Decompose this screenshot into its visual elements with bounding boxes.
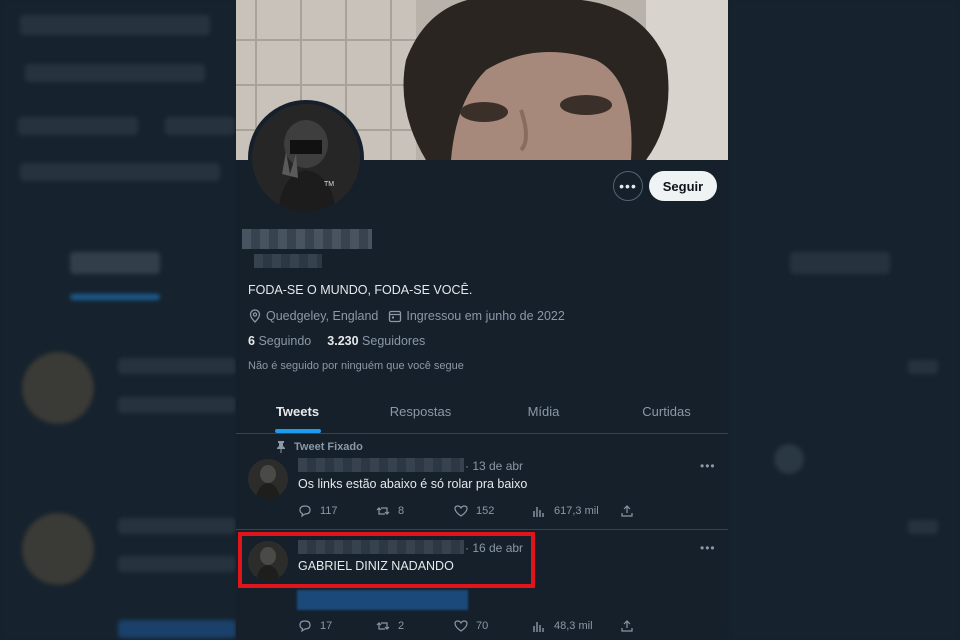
follow-button[interactable]: Seguir	[649, 171, 717, 201]
tab-replies[interactable]: Respostas	[359, 390, 482, 433]
background-right-panel	[728, 0, 960, 640]
share-button[interactable]	[620, 619, 698, 633]
pin-icon	[277, 441, 285, 453]
share-button[interactable]	[620, 504, 698, 518]
location-icon	[249, 309, 261, 323]
profile-location: Quedgeley, England	[266, 309, 379, 323]
following-link[interactable]: 6 Seguindo	[248, 334, 311, 348]
tweet-more-button[interactable]: •••	[700, 459, 716, 473]
blurred-tweet-author	[298, 458, 464, 472]
heart-icon	[454, 505, 468, 517]
views-chart-icon	[533, 622, 544, 632]
profile-tabs: Tweets Respostas Mídia Curtidas	[236, 390, 728, 434]
views-button[interactable]: 48,3 mil	[532, 619, 620, 633]
reply-icon	[299, 620, 311, 633]
retweet-icon	[376, 622, 390, 630]
blurred-tweet-link	[297, 590, 468, 610]
retweet-button[interactable]: 2	[376, 619, 454, 633]
like-button[interactable]: 70	[454, 619, 532, 633]
followers-link[interactable]: 3.230 Seguidores	[327, 334, 425, 348]
not-followed-notice: Não é seguido por ninguém que você segue	[248, 360, 464, 372]
tab-likes[interactable]: Curtidas	[605, 390, 728, 433]
views-button[interactable]: 617,3 mil	[532, 504, 620, 518]
share-icon	[621, 620, 633, 632]
profile-bio: FODA-SE O MUNDO, FODA-SE VOCÊ.	[248, 283, 473, 297]
share-icon	[621, 505, 633, 517]
tweet-author-avatar[interactable]	[248, 459, 288, 499]
calendar-icon	[389, 310, 402, 323]
retweet-icon	[376, 507, 390, 515]
profile-more-button[interactable]: •••	[613, 171, 643, 201]
avatar-badge-text: TM	[324, 181, 334, 188]
pinned-tweet-label: Tweet Fixado	[276, 441, 363, 453]
reply-icon	[299, 505, 311, 518]
blurred-username	[254, 254, 322, 268]
blurred-display-name	[242, 229, 372, 249]
retweet-button[interactable]: 8	[376, 504, 454, 518]
heart-icon	[454, 620, 468, 632]
tab-tweets[interactable]: Tweets	[236, 390, 359, 433]
tab-media[interactable]: Mídia	[482, 390, 605, 433]
profile-meta: Quedgeley, England Ingressou em junho de…	[248, 309, 565, 323]
tweet-date[interactable]: · 13 de abr	[465, 459, 523, 473]
views-chart-icon	[533, 507, 544, 517]
like-button[interactable]: 152	[454, 504, 532, 518]
reply-button[interactable]: 117	[298, 504, 376, 518]
highlight-box	[238, 532, 535, 588]
tweet-more-button[interactable]: •••	[700, 541, 716, 555]
follow-stats: 6 Seguindo 3.230 Seguidores	[248, 334, 425, 348]
profile-avatar[interactable]: TM	[248, 100, 364, 216]
profile-joined-date: Ingressou em junho de 2022	[406, 309, 565, 323]
background-left-panel	[0, 0, 236, 640]
tweet-text: Os links estão abaixo é só rolar pra bai…	[298, 477, 528, 491]
tweet-actions: 117 8 152 617,3 mil	[298, 504, 698, 518]
tweet-actions: 17 2 70 48,3 mil	[298, 619, 698, 633]
reply-button[interactable]: 17	[298, 619, 376, 633]
